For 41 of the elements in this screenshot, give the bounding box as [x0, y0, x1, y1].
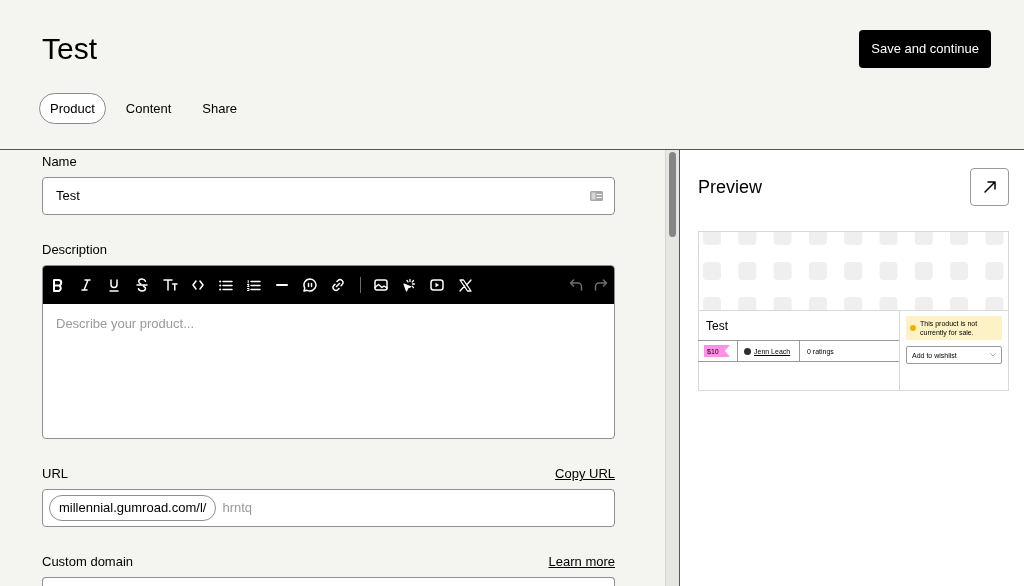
- tab[interactable]: Share: [191, 93, 249, 124]
- avatar-icon: [744, 347, 751, 355]
- page-title: Test: [42, 34, 98, 64]
- x-logo-icon: [458, 278, 472, 292]
- play-icon: [430, 279, 444, 291]
- field-label: Name: [42, 153, 78, 171]
- speech-bubble-icon: [303, 278, 317, 292]
- field-label: URL: [42, 465, 68, 483]
- tab[interactable]: Product: [39, 93, 106, 124]
- arrow-up-right-icon: [983, 181, 996, 193]
- field-label: Custom domain: [42, 553, 134, 571]
- learn-more-link[interactable]: Learn more: [548, 552, 615, 572]
- warning-dot-icon: [910, 325, 916, 331]
- numbered-list-icon: [247, 279, 261, 291]
- tab[interactable]: Content: [114, 93, 183, 124]
- underline-icon: [109, 278, 119, 292]
- text-size-icon: [162, 279, 178, 291]
- custom-domain-field[interactable]: [42, 577, 615, 586]
- cursor-sparkle-icon: [402, 278, 416, 292]
- image-icon: [374, 279, 388, 291]
- product-title: Test: [705, 318, 729, 333]
- chevron-down-icon: [990, 353, 996, 357]
- redo-icon: [593, 279, 608, 291]
- url-field[interactable]: millennial.gumroad.com/l/ hrntq: [42, 489, 615, 527]
- italic-icon: [81, 279, 91, 291]
- bold-icon: [53, 278, 63, 292]
- link-icon: [331, 278, 345, 292]
- open-preview-button[interactable]: [970, 168, 1009, 206]
- code-icon: [192, 280, 204, 290]
- preview-heading: Preview: [698, 178, 763, 196]
- url-slug-placeholder: hrntq: [222, 499, 253, 518]
- scrollbar-thumb[interactable]: [669, 152, 676, 237]
- copy-url-link[interactable]: Copy URL: [555, 464, 615, 484]
- bullet-list-icon: [219, 279, 233, 291]
- horizontal-rule-icon: [276, 284, 288, 286]
- save-and-continue-button[interactable]: Save and continue: [859, 30, 991, 68]
- strikethrough-icon: [136, 278, 148, 292]
- field-label: Description: [42, 241, 109, 259]
- undo-icon: [568, 279, 583, 291]
- name-input[interactable]: Test: [42, 177, 615, 215]
- id-card-icon: [590, 191, 603, 201]
